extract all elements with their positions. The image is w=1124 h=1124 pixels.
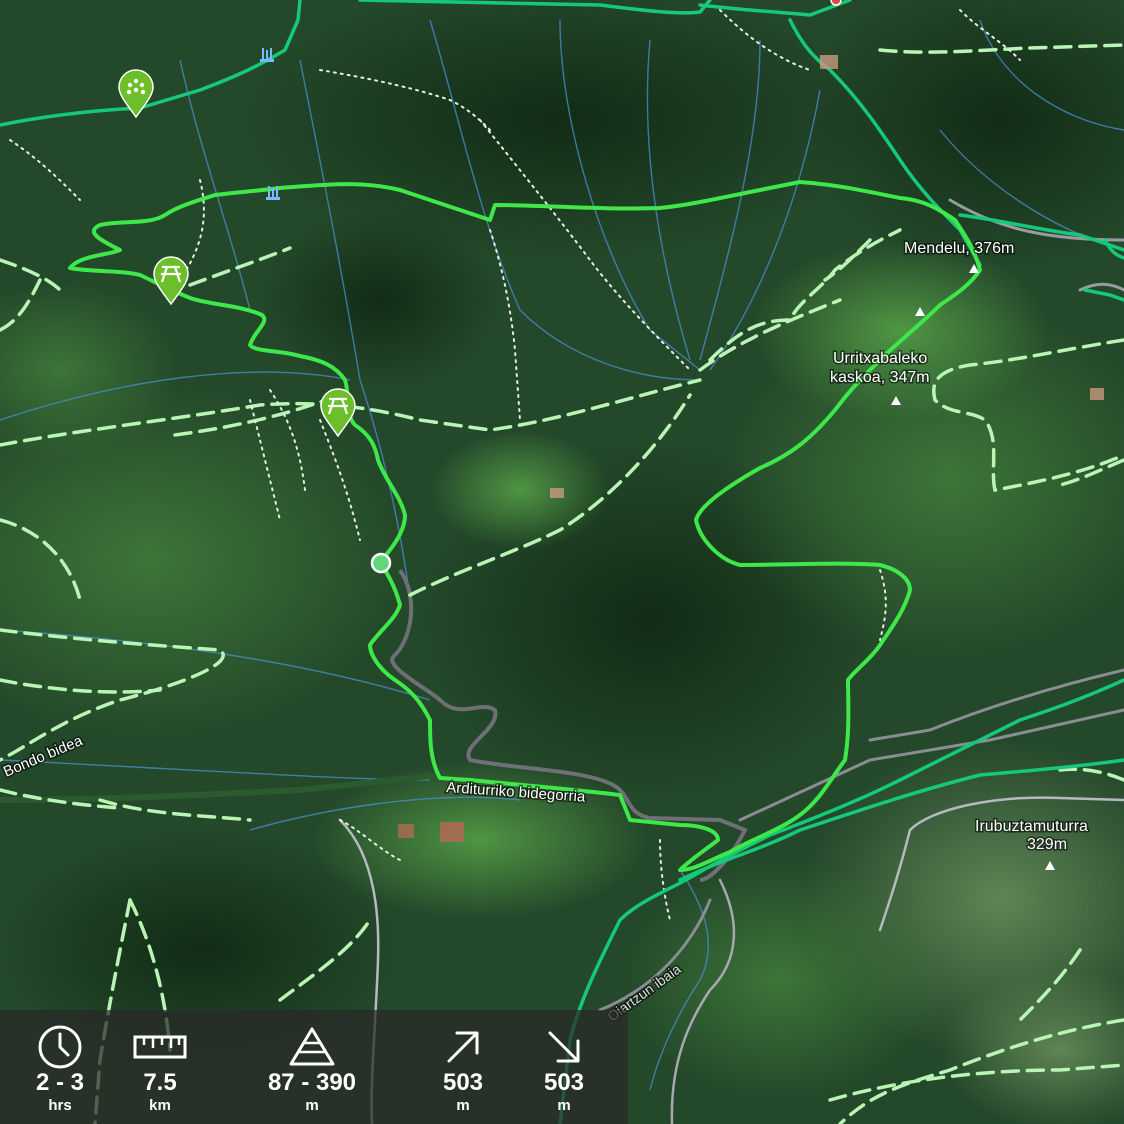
ruler-icon xyxy=(133,1035,187,1059)
waterfall-icon[interactable] xyxy=(266,186,280,200)
top-marker[interactable] xyxy=(830,0,842,6)
stat-duration-unit: hrs xyxy=(48,1097,72,1114)
stat-elevation-value: 87 - 390 xyxy=(267,1069,357,1096)
peak-label-mendelu: Mendelu, 376m xyxy=(904,240,1014,257)
stat-distance: 7.5 km xyxy=(110,1010,210,1124)
stat-ascent-unit: m xyxy=(456,1097,470,1114)
route-stats-bar: 2 - 3 hrs 7.5 km 87 - 390 m 503 m 503 m xyxy=(0,1010,628,1124)
stat-descent: 503 m xyxy=(514,1010,614,1124)
ascent-arrow-icon xyxy=(447,1031,479,1063)
peak-label-urritxabaleko-1: Urritxabaleko xyxy=(833,350,927,367)
waterfall-icon[interactable] xyxy=(260,48,274,62)
stat-duration: 2 - 3 hrs xyxy=(10,1010,110,1124)
stat-elevation-range: 87 - 390 m xyxy=(262,1010,362,1124)
stat-descent-value: 503 xyxy=(543,1069,585,1096)
stat-descent-unit: m xyxy=(557,1097,571,1114)
stat-distance-value: 7.5 xyxy=(143,1069,177,1096)
terrain-map[interactable]: Mendelu, 376m Urritxabaleko kaskoa, 347m… xyxy=(0,0,1124,1124)
elevation-icon xyxy=(289,1027,335,1066)
stat-distance-unit: km xyxy=(149,1097,171,1114)
peak-label-irubuztamuturra-1: Irubuztamuturra xyxy=(975,818,1088,835)
descent-arrow-icon xyxy=(548,1031,580,1063)
clock-icon xyxy=(38,1025,82,1069)
stat-ascent: 503 m xyxy=(413,1010,513,1124)
peak-label-urritxabaleko-2: kaskoa, 347m xyxy=(830,369,930,386)
stat-elevation-unit: m xyxy=(305,1097,319,1114)
route-start-marker[interactable] xyxy=(370,552,392,574)
peak-label-irubuztamuturra-2: 329m xyxy=(1027,836,1067,853)
